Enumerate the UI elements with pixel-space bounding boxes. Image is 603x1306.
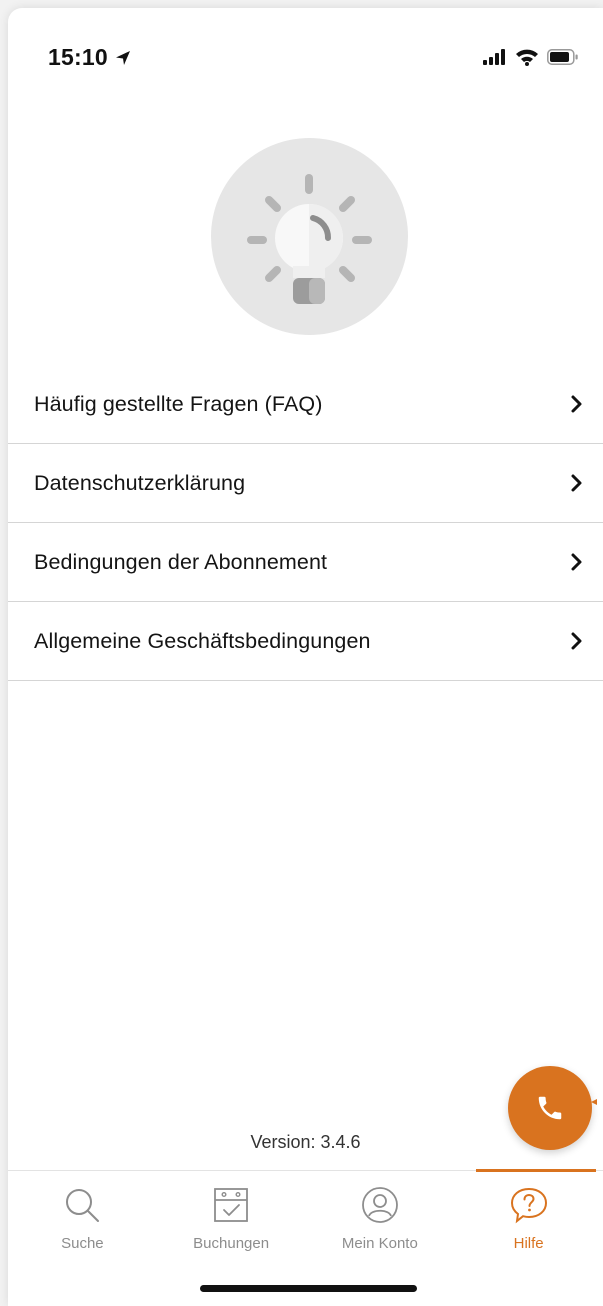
menu-item-general-terms[interactable]: Allgemeine Geschäftsbedingungen bbox=[8, 602, 603, 681]
help-icon bbox=[510, 1187, 547, 1224]
hero-illustration bbox=[211, 138, 408, 335]
phone-icon bbox=[538, 1096, 562, 1120]
tab-list: Suche Buchungen Mein Konto Hilfe bbox=[8, 1171, 603, 1271]
help-menu-list: Häufig gestellte Fragen (FAQ) Datenschut… bbox=[8, 365, 603, 681]
home-indicator bbox=[200, 1285, 417, 1292]
chevron-right-icon bbox=[571, 553, 582, 571]
tab-label: Suche bbox=[61, 1235, 104, 1252]
menu-item-faq[interactable]: Häufig gestellte Fragen (FAQ) bbox=[8, 365, 603, 444]
tab-search[interactable]: Suche bbox=[8, 1171, 157, 1271]
tab-help[interactable]: Hilfe bbox=[454, 1171, 603, 1271]
status-bar: 15:10 bbox=[8, 8, 603, 108]
app-version: Version: 3.4.6 bbox=[250, 1132, 361, 1152]
signal-icon bbox=[483, 49, 505, 65]
tab-bookings[interactable]: Buchungen bbox=[157, 1171, 306, 1271]
chevron-right-icon bbox=[571, 474, 582, 492]
lightbulb-icon bbox=[247, 174, 372, 304]
tab-label: Buchungen bbox=[193, 1235, 270, 1252]
status-icons bbox=[483, 48, 579, 66]
tab-label: Hilfe bbox=[513, 1235, 544, 1252]
tab-my-account[interactable]: Mein Konto bbox=[306, 1171, 455, 1271]
call-button[interactable] bbox=[508, 1066, 592, 1150]
help-screen: 15:10 Häufig gestellte Fragen (FAQ) Date… bbox=[8, 8, 603, 1306]
tab-label: Mein Konto bbox=[341, 1235, 418, 1252]
chevron-right-icon bbox=[571, 632, 582, 650]
menu-item-label: Datenschutzerklärung bbox=[34, 470, 246, 495]
menu-item-label: Häufig gestellte Fragen (FAQ) bbox=[34, 391, 323, 416]
status-time: 15:10 bbox=[48, 44, 108, 70]
chevron-right-icon bbox=[571, 395, 582, 413]
menu-item-subscription-terms[interactable]: Bedingungen der Abonnement bbox=[8, 523, 603, 602]
menu-item-privacy-policy[interactable]: Datenschutzerklärung bbox=[8, 444, 603, 523]
wifi-icon bbox=[516, 49, 538, 66]
caret-left-icon bbox=[591, 1099, 597, 1105]
menu-item-label: Allgemeine Geschäftsbedingungen bbox=[34, 628, 371, 653]
search-icon bbox=[66, 1189, 100, 1222]
status-time-group: 15:10 bbox=[48, 44, 132, 71]
calendar-icon bbox=[214, 1188, 249, 1222]
battery-icon bbox=[547, 49, 578, 65]
menu-item-label: Bedingungen der Abonnement bbox=[34, 549, 328, 574]
user-icon bbox=[361, 1187, 398, 1223]
location-arrow-icon bbox=[115, 50, 130, 65]
